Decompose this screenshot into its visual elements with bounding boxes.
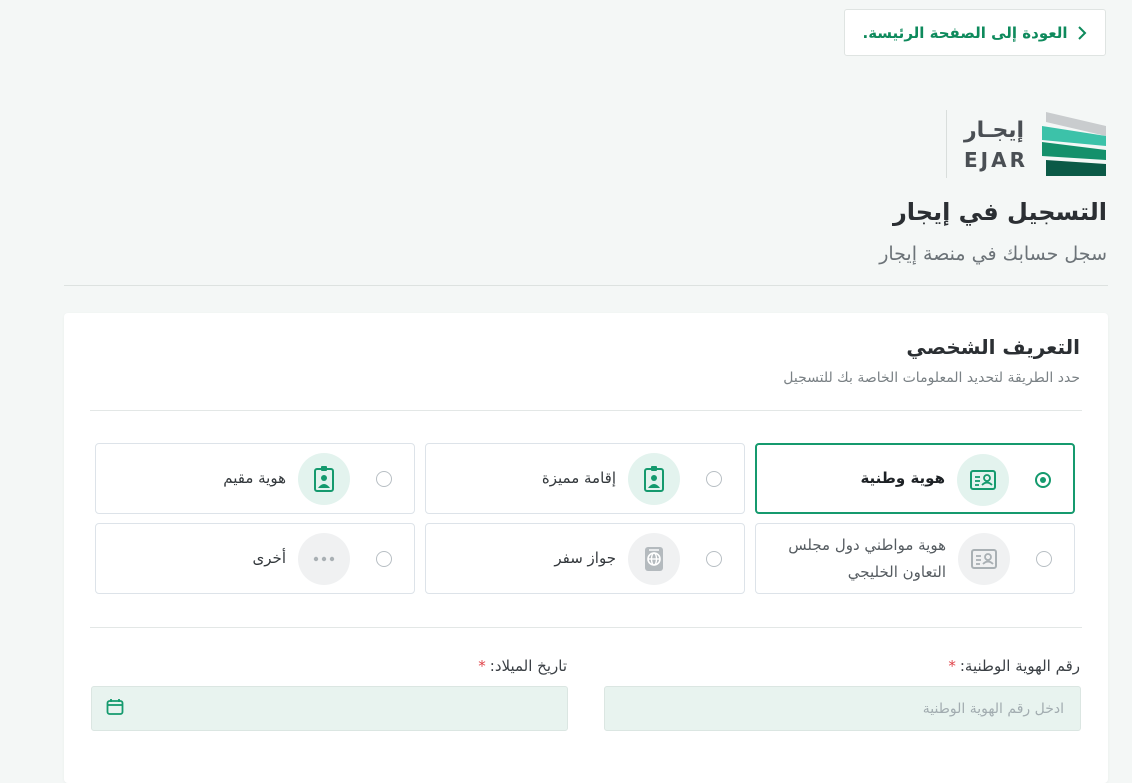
- required-asterisk: *: [948, 657, 956, 675]
- radio-other[interactable]: [376, 551, 392, 567]
- birthdate-label: تاريخ الميلاد:*: [478, 657, 567, 675]
- option-gcc-id[interactable]: هوية مواطني دول مجلس التعاون الخليجي: [755, 523, 1075, 594]
- option-other[interactable]: أخرى: [95, 523, 415, 594]
- birthdate-input[interactable]: [92, 687, 567, 730]
- birthdate-label-text: تاريخ الميلاد:: [489, 657, 567, 675]
- option-resident-id[interactable]: هوية مقيم: [95, 443, 415, 514]
- option-premium-residency[interactable]: إقامة مميزة: [425, 443, 745, 514]
- logo-divider: [946, 110, 947, 178]
- back-to-home-label: العودة إلى الصفحة الرئيسة.: [862, 23, 1068, 42]
- header-divider: [64, 285, 1108, 286]
- option-label: هوية مقيم: [223, 469, 286, 487]
- radio-gcc-id[interactable]: [1036, 551, 1052, 567]
- radio-passport[interactable]: [706, 551, 722, 567]
- logo-arabic-text: إيجـار: [964, 118, 1025, 143]
- chevron-right-icon: [1077, 25, 1086, 40]
- page-subtitle: سجل حسابك في منصة إيجار: [879, 243, 1107, 265]
- section-title: التعريف الشخصي: [906, 335, 1080, 359]
- option-label: جواز سفر: [554, 549, 616, 567]
- radio-premium-residency[interactable]: [706, 471, 722, 487]
- section-divider: [90, 410, 1082, 411]
- ejar-logo: إيجـار EJAR: [946, 108, 1108, 178]
- more-icon: [298, 533, 350, 585]
- options-divider: [90, 627, 1082, 628]
- logo-english-text: EJAR: [964, 148, 1028, 172]
- radio-resident-id[interactable]: [376, 471, 392, 487]
- national-id-label: رقم الهوية الوطنية:*: [948, 657, 1080, 675]
- section-subtitle: حدد الطريقة لتحديد المعلومات الخاصة بك ل…: [783, 370, 1080, 386]
- national-id-label-text: رقم الهوية الوطنية:: [959, 657, 1080, 675]
- personal-identification-card: التعريف الشخصي حدد الطريقة لتحديد المعلو…: [64, 313, 1108, 783]
- badge-id-icon: [298, 453, 350, 505]
- national-id-input[interactable]: [605, 687, 1080, 730]
- back-to-home-button[interactable]: العودة إلى الصفحة الرئيسة.: [844, 9, 1106, 56]
- badge-id-icon: [628, 453, 680, 505]
- option-label: أخرى: [252, 549, 286, 567]
- page-title: التسجيل في إيجار: [892, 198, 1107, 226]
- option-passport[interactable]: جواز سفر: [425, 523, 745, 594]
- radio-national-id[interactable]: [1035, 472, 1051, 488]
- birthdate-field[interactable]: [91, 686, 568, 731]
- passport-icon: [628, 533, 680, 585]
- required-asterisk: *: [478, 657, 486, 675]
- id-card-icon: [958, 533, 1010, 585]
- option-label: إقامة مميزة: [541, 469, 616, 487]
- ejar-logo-mark: [1042, 112, 1106, 176]
- id-card-icon: [957, 454, 1009, 506]
- calendar-icon[interactable]: [106, 698, 124, 716]
- option-label: هوية مواطني دول مجلس التعاون الخليجي: [788, 535, 946, 581]
- option-national-id[interactable]: هوية وطنية: [755, 443, 1075, 514]
- national-id-field[interactable]: [604, 686, 1081, 731]
- option-label: هوية وطنية: [860, 469, 945, 487]
